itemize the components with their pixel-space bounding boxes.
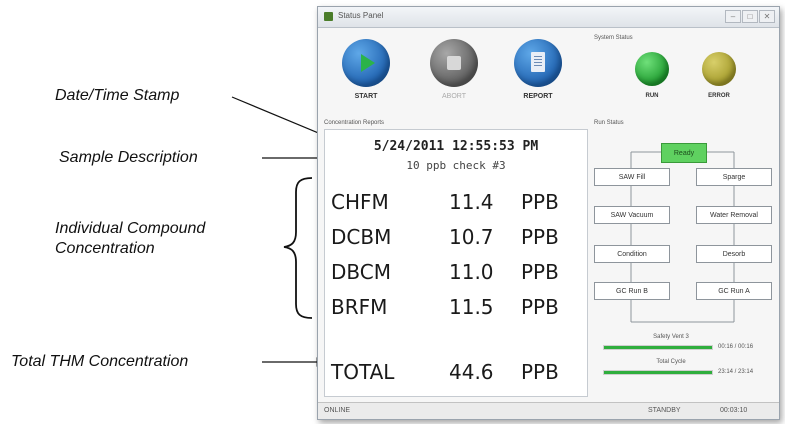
step-gc-run-a: GC Run A: [696, 282, 772, 300]
app-icon: [324, 12, 333, 21]
step-saw-vacuum: SAW Vacuum: [594, 206, 670, 224]
abort-label: ABORT: [442, 93, 466, 100]
annotation-sample: Sample Description: [59, 149, 198, 166]
total-cycle-fill: [604, 371, 712, 374]
safety-vent-fill: [604, 346, 712, 349]
close-button[interactable]: ✕: [759, 10, 775, 23]
total-cycle-progress: [603, 370, 713, 375]
stop-icon: [447, 56, 461, 70]
total-cycle-time: 23:14 / 23:14: [718, 369, 754, 375]
report-label: REPORT: [523, 93, 553, 100]
curly-brace: [283, 177, 313, 319]
compound-unit: PPB: [521, 260, 559, 284]
safety-vent-label: Safety Vent 3: [653, 334, 689, 340]
concentration-reports-label: Concentration Reports: [324, 120, 385, 126]
concentration-reports-panel: 5/24/2011 12:55:53 PM 10 ppb check #3 CH…: [324, 129, 588, 397]
report-icon: [531, 52, 545, 72]
status-bar: ONLINE STANDBY 00:03:10: [318, 402, 779, 419]
compound-unit: PPB: [521, 295, 559, 319]
minimize-button[interactable]: –: [725, 10, 741, 23]
report-button[interactable]: REPORT: [508, 39, 568, 100]
window-title: Status Panel: [338, 11, 384, 20]
safety-vent-progress: [603, 345, 713, 350]
compound-unit: PPB: [521, 225, 559, 249]
maximize-button[interactable]: □: [742, 10, 758, 23]
sample-description: 10 ppb check #3: [406, 159, 506, 172]
compound-name: DBCM: [331, 260, 391, 284]
status-online: ONLINE: [324, 407, 351, 414]
annotation-total: Total THM Concentration: [11, 353, 189, 370]
total-value: 44.6: [449, 360, 494, 384]
title-bar[interactable]: Status Panel – □ ✕: [318, 7, 779, 28]
total-name: TOTAL: [331, 360, 395, 384]
step-saw-fill: SAW Fill: [594, 168, 670, 186]
step-condition: Condition: [594, 245, 670, 263]
step-desorb: Desorb: [696, 245, 772, 263]
step-gc-run-b: GC Run B: [594, 282, 670, 300]
system-status-label: System Status: [594, 35, 633, 41]
compound-name: BRFM: [331, 295, 388, 319]
start-button[interactable]: START: [336, 39, 396, 100]
status-standby: STANDBY: [648, 407, 681, 414]
step-sparge: Sparge: [696, 168, 772, 186]
annotation-datetime: Date/Time Stamp: [55, 87, 180, 104]
compound-value: 11.5: [449, 295, 494, 319]
error-label: ERROR: [708, 93, 730, 99]
run-indicator: [635, 52, 669, 86]
compound-unit: PPB: [521, 190, 559, 214]
datetime-stamp: 5/24/2011 12:55:53 PM: [373, 139, 539, 154]
compound-value: 11.4: [449, 190, 494, 214]
status-panel-window: Status Panel – □ ✕ START ABORT REPORT Co…: [317, 6, 780, 420]
compound-value: 10.7: [449, 225, 494, 249]
total-unit: PPB: [521, 360, 559, 384]
compound-name: CHFM: [331, 190, 389, 214]
compound-value: 11.0: [449, 260, 494, 284]
step-ready: Ready: [661, 143, 707, 163]
status-clock: 00:03:10: [720, 407, 748, 414]
annotation-compound: Individual Compound Concentration: [55, 220, 206, 257]
start-label: START: [354, 93, 378, 100]
error-indicator: [702, 52, 736, 86]
run-label: RUN: [645, 93, 659, 99]
step-water-removal: Water Removal: [696, 206, 772, 224]
play-icon: [361, 54, 375, 72]
abort-button[interactable]: ABORT: [424, 39, 484, 100]
compound-name: DCBM: [331, 225, 392, 249]
run-status-label: Run Status: [594, 120, 624, 126]
total-cycle-label: Total Cycle: [656, 359, 686, 365]
safety-vent-time: 00:16 / 00:16: [718, 344, 754, 350]
